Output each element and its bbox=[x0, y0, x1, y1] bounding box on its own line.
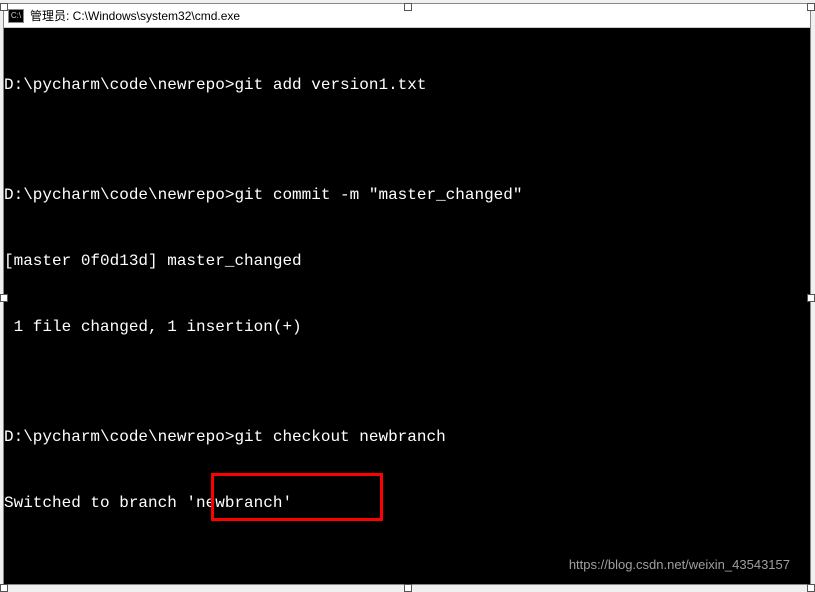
watermark-text: https://blog.csdn.net/weixin_43543157 bbox=[569, 554, 790, 576]
terminal-body[interactable]: D:\pycharm\code\newrepo>git add version1… bbox=[4, 28, 810, 584]
resize-handle-sw[interactable] bbox=[0, 584, 8, 592]
terminal-line: D:\pycharm\code\newrepo>git checkout new… bbox=[4, 426, 810, 448]
terminal-line: Switched to branch 'newbranch' bbox=[4, 492, 810, 514]
cmd-window: C:\ 管理员: C:\Windows\system32\cmd.exe D:\… bbox=[3, 3, 811, 585]
resize-handle-nw[interactable] bbox=[0, 3, 8, 11]
terminal-line: D:\pycharm\code\newrepo>git commit -m "m… bbox=[4, 184, 810, 206]
resize-handle-se[interactable] bbox=[807, 584, 815, 592]
terminal-line: D:\pycharm\code\newrepo>git add version1… bbox=[4, 74, 810, 96]
resize-handle-s[interactable] bbox=[404, 584, 412, 592]
terminal-line: 1 file changed, 1 insertion(+) bbox=[4, 316, 810, 338]
cmd-icon: C:\ bbox=[8, 9, 24, 23]
resize-handle-n[interactable] bbox=[404, 3, 412, 11]
resize-handle-w[interactable] bbox=[0, 294, 8, 302]
window-title: 管理员: C:\Windows\system32\cmd.exe bbox=[30, 7, 240, 24]
terminal-line: [master 0f0d13d] master_changed bbox=[4, 250, 810, 272]
resize-handle-e[interactable] bbox=[807, 294, 815, 302]
resize-handle-ne[interactable] bbox=[807, 3, 815, 11]
